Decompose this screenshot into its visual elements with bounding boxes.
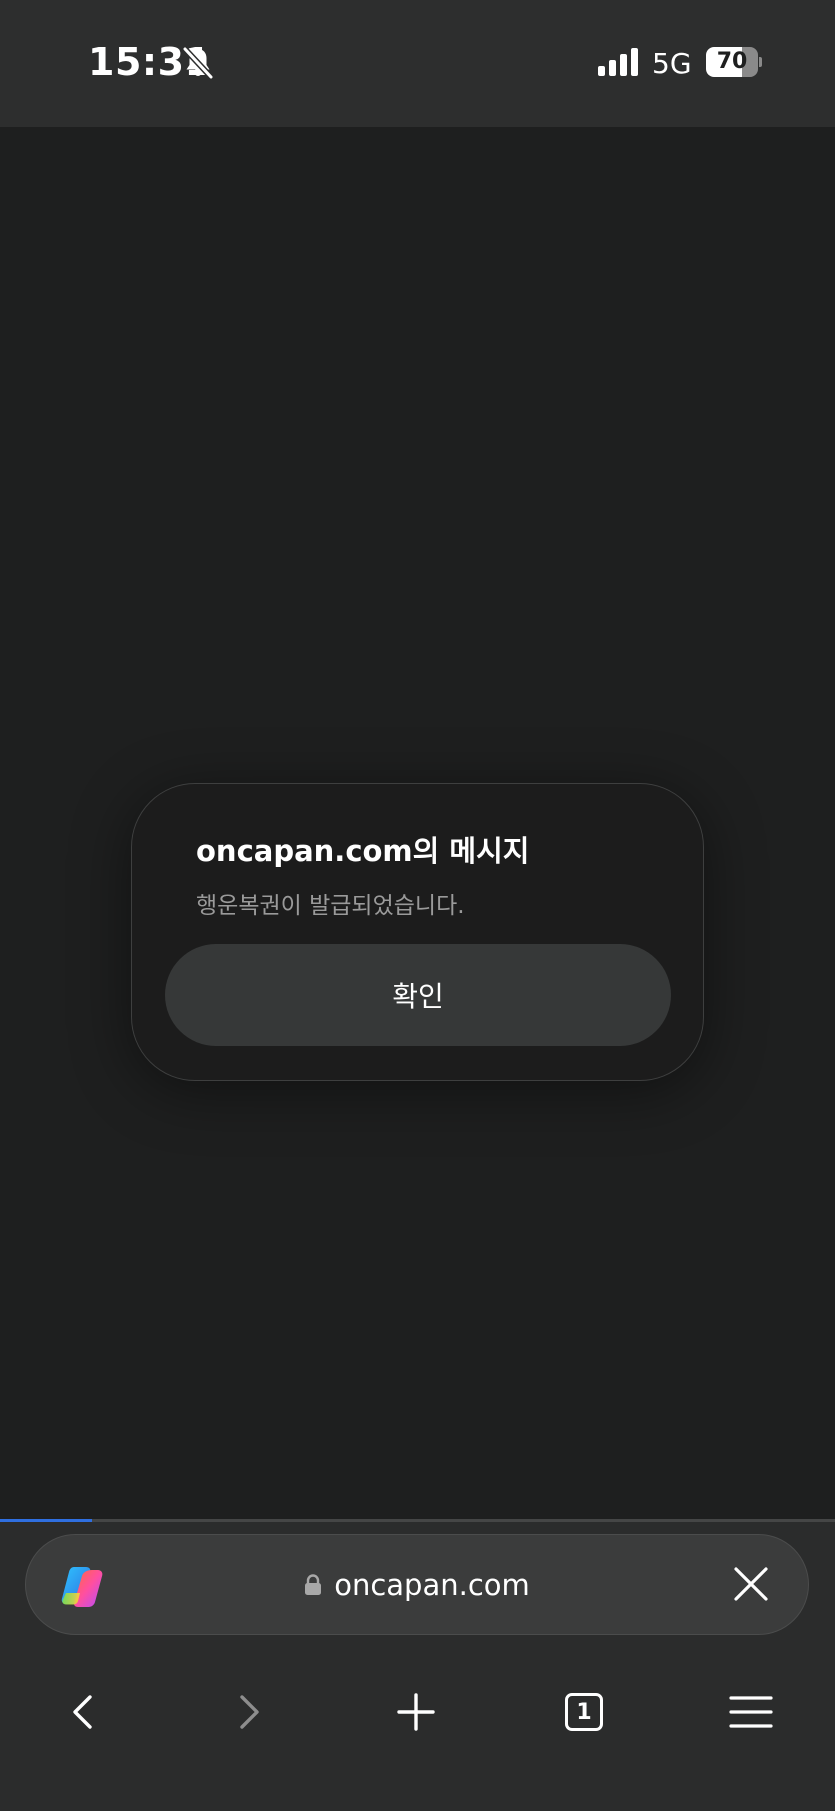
tabs-button[interactable]: 1 — [544, 1667, 624, 1757]
progress-fill — [0, 1519, 92, 1522]
tabs-icon: 1 — [565, 1693, 603, 1731]
battery-level: 70 — [716, 49, 748, 74]
lock-icon — [305, 1573, 322, 1595]
menu-icon — [729, 1696, 773, 1728]
alert-dialog: oncapan.com의 메시지 행운복권이 발급되었습니다. 확인 — [131, 783, 704, 1081]
signal-icon — [598, 48, 638, 76]
dialog-message: 행운복권이 발급되었습니다. — [196, 893, 465, 919]
page-load-progress — [0, 1519, 835, 1522]
forward-button[interactable] — [210, 1667, 290, 1757]
forward-icon — [240, 1695, 259, 1729]
network-type: 5G — [652, 47, 692, 80]
address-bar[interactable]: oncapan.com — [25, 1534, 809, 1635]
close-icon[interactable] — [732, 1565, 770, 1603]
navigation-bar: 1 — [0, 1667, 835, 1757]
copilot-icon[interactable] — [58, 1565, 108, 1609]
bell-muted-icon — [182, 46, 214, 80]
url-text[interactable]: oncapan.com — [334, 1568, 530, 1602]
back-button[interactable] — [42, 1667, 122, 1757]
back-icon — [73, 1695, 92, 1729]
tab-count: 1 — [576, 1699, 592, 1725]
new-tab-button[interactable] — [376, 1667, 456, 1757]
status-bar: 15:31 5G 70 — [0, 0, 835, 127]
battery-icon: 70 — [706, 47, 762, 77]
browser-toolbar: oncapan.com 1 — [0, 1519, 835, 1811]
menu-button[interactable] — [711, 1667, 791, 1757]
confirm-button[interactable]: 확인 — [165, 944, 671, 1046]
dialog-title: oncapan.com의 메시지 — [196, 834, 530, 868]
new-tab-icon — [397, 1693, 435, 1731]
